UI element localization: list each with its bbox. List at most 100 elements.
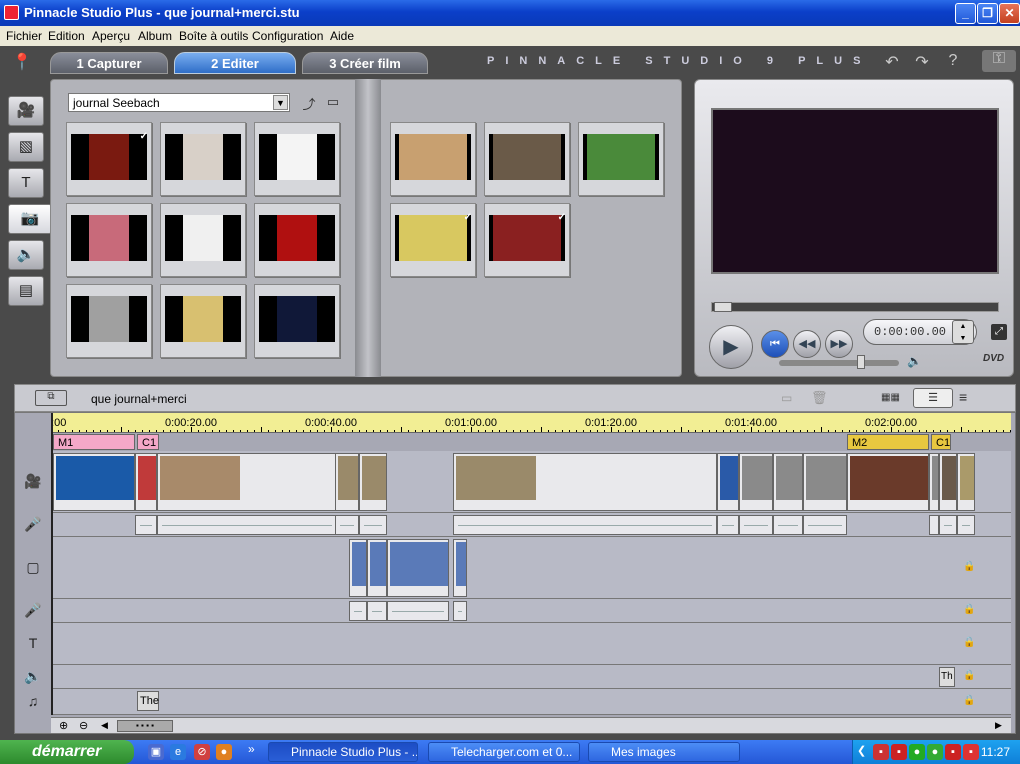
audio-clip[interactable] [453, 601, 467, 621]
volume-slider[interactable] [779, 355, 899, 369]
desktop-quicklaunch-icon[interactable]: ▣ [148, 744, 164, 760]
timeline-view-icon[interactable]: ☰ [913, 388, 953, 408]
app-icon[interactable] [4, 5, 19, 20]
scroll-left-icon[interactable]: ◀ [101, 720, 108, 731]
help-icon[interactable]: ? [943, 52, 963, 70]
task-mes-images[interactable]: Mes images [588, 742, 740, 762]
menu-aide[interactable]: Aide [330, 29, 354, 43]
video-clip[interactable] [335, 453, 359, 511]
audio-clip[interactable] [929, 515, 939, 535]
tray-ati-icon[interactable]: ▪ [945, 744, 961, 760]
trash-icon[interactable]: 🗑 [811, 390, 828, 406]
video-clip[interactable] [939, 453, 957, 511]
video-track-icon[interactable]: 🎥 [17, 473, 49, 490]
album-thumb[interactable] [254, 203, 340, 277]
audio-clip[interactable] [387, 601, 449, 621]
scroll-right-icon[interactable]: ▶ [995, 720, 1002, 731]
scrubber-bar[interactable] [711, 302, 999, 312]
overlay-audio-track-lock-icon[interactable]: 🔒 [963, 604, 975, 615]
task-telecharger[interactable]: Telecharger.com et 0... [428, 742, 580, 762]
video-clip[interactable] [135, 453, 157, 511]
album-thumb[interactable] [578, 122, 664, 196]
undo-icon[interactable]: ↶ [882, 52, 902, 71]
album-thumb[interactable] [66, 203, 152, 277]
video-clip[interactable] [359, 453, 387, 511]
audio-clip[interactable] [349, 601, 367, 621]
dvd-logo[interactable]: DVD [983, 353, 1004, 364]
album-thumb[interactable] [160, 122, 246, 196]
quicklaunch-more-icon[interactable]: » [248, 742, 255, 756]
playhead[interactable] [51, 413, 53, 715]
tab-capturer[interactable]: 1 Capturer [50, 52, 168, 74]
audio-track-icon[interactable]: 🎤 [17, 516, 49, 533]
toolbox-icon[interactable]: ⧉ [35, 390, 67, 406]
video-clip[interactable] [957, 453, 975, 511]
audio-clip[interactable] [135, 515, 157, 535]
album-thumb[interactable] [160, 284, 246, 358]
title-track-lock-icon[interactable]: 🔒 [963, 637, 975, 648]
album-thumb[interactable] [254, 284, 340, 358]
chapter-marker[interactable]: C1 [931, 434, 951, 450]
tray-security-icon[interactable]: ● [909, 744, 925, 760]
chapter-marker[interactable]: C1 [137, 434, 159, 450]
music-track-icon[interactable]: ♫ [17, 693, 49, 709]
menu-configuration[interactable]: Configuration [252, 29, 323, 43]
chapter-marker[interactable]: M1 [53, 434, 135, 450]
video-clip[interactable] [803, 453, 847, 511]
title-clip[interactable]: The [137, 691, 159, 711]
menus-tab-icon[interactable]: ▤ [8, 276, 44, 306]
sound-effects-tab-icon[interactable]: 🔈 [8, 240, 44, 270]
photos-tab-icon[interactable]: 📷 [8, 204, 52, 234]
razor-icon[interactable]: ▭ [781, 391, 792, 405]
menu-fichier[interactable]: Fichier [6, 29, 42, 43]
chevron-down-icon[interactable]: ▼ [273, 95, 288, 110]
sound-effect-track-icon[interactable]: 🔈 [17, 668, 49, 685]
titles-tab-icon[interactable]: T [8, 168, 44, 198]
video-clip[interactable] [929, 453, 939, 511]
tray-update-icon[interactable]: ● [927, 744, 943, 760]
text-view-icon[interactable]: ≡ [959, 389, 967, 405]
fast-forward-button[interactable]: ▶▶ [825, 330, 853, 358]
album-thumb[interactable] [66, 284, 152, 358]
scrubber-handle[interactable] [714, 302, 732, 312]
video-clip[interactable] [453, 539, 467, 597]
storyboard-view-icon[interactable]: ▦▦ [881, 392, 900, 403]
audio-clip[interactable] [739, 515, 773, 535]
folder-dropdown[interactable]: journal Seebach ▼ [68, 93, 290, 112]
video-clip[interactable] [773, 453, 803, 511]
task-pinnacle[interactable]: Pinnacle Studio Plus - ... [268, 742, 418, 762]
timeline-scrollbar[interactable]: ⊕ ⊖ ◀ ▪ ▪ ▪ ▪ ▶ [51, 717, 1011, 733]
album-thumb[interactable] [254, 122, 340, 196]
sound-clip[interactable]: Th [939, 667, 955, 687]
close-button[interactable]: ✕ [999, 3, 1020, 24]
play-button[interactable]: ▶ [709, 325, 753, 369]
album-thumb[interactable] [484, 122, 570, 196]
menu-apercu[interactable]: Aperçu [92, 29, 130, 43]
overlay-audio-track-icon[interactable]: 🎤 [17, 602, 49, 619]
folder-up-icon[interactable]: ⤴ [300, 94, 318, 112]
settings-key-icon[interactable]: ⚿ [982, 50, 1016, 72]
overlay-track-lock-icon[interactable]: 🔒 [963, 561, 975, 572]
menu-album[interactable]: Album [138, 29, 172, 43]
audio-clip[interactable] [453, 515, 717, 535]
audio-clip[interactable] [803, 515, 847, 535]
tab-editer[interactable]: 2 Editer [174, 52, 296, 74]
video-clip[interactable] [717, 453, 739, 511]
album-thumb[interactable] [390, 122, 476, 196]
volume-handle[interactable] [857, 355, 865, 369]
audio-clip[interactable] [335, 515, 359, 535]
video-clip[interactable] [367, 539, 387, 597]
video-clip[interactable] [157, 453, 337, 511]
audio-clip[interactable] [367, 601, 387, 621]
scrollbar-thumb[interactable]: ▪ ▪ ▪ ▪ [117, 720, 173, 732]
audio-clip[interactable] [773, 515, 803, 535]
pin-icon[interactable]: 📍 [12, 52, 32, 71]
music-track-lock-icon[interactable]: 🔒 [963, 695, 975, 706]
audio-clip[interactable] [157, 515, 337, 535]
video-tab-icon[interactable]: 🎥 [8, 96, 44, 126]
video-clip[interactable] [453, 453, 717, 511]
tab-creer-film[interactable]: 3 Créer film [302, 52, 428, 74]
audio-clip[interactable] [939, 515, 957, 535]
overlay-track-icon[interactable]: ▢ [17, 559, 49, 576]
album-thumb[interactable] [160, 203, 246, 277]
